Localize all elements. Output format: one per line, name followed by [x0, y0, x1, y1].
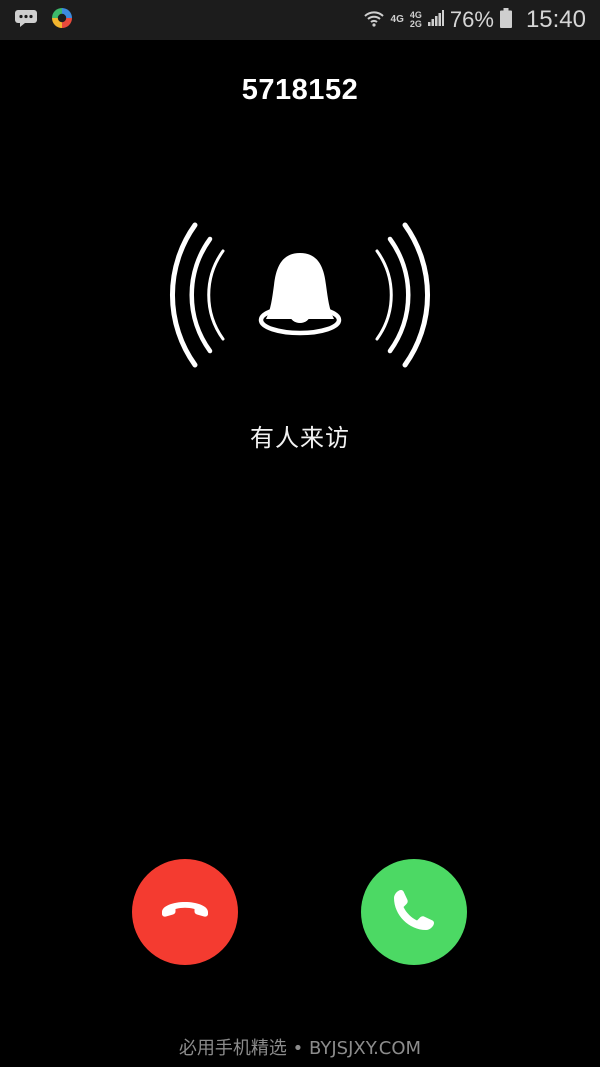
network-type-stack: 4G 2G [410, 11, 422, 29]
decline-call-button[interactable] [132, 859, 238, 965]
caller-label: 有人来访 [250, 424, 350, 452]
chat-bubble-icon [14, 8, 38, 32]
battery-percent: 76% [449, 7, 494, 32]
phone-hangup-icon [159, 898, 211, 926]
network-type-label: 4G [390, 14, 404, 25]
status-right-icons: 4G 4G 2G 76% 15:40 [363, 0, 586, 40]
network-type-bottom: 2G [409, 19, 422, 29]
bell-ringing-icon [150, 215, 450, 380]
status-bar: 4G 4G 2G 76% 15:40 [0, 0, 600, 40]
app-logo-icon [50, 6, 74, 34]
signal-icon [427, 9, 444, 32]
watermark-text: 必用手机精选 • BYJSJXY.COM [178, 1038, 422, 1059]
battery-icon [499, 7, 512, 33]
phone-icon [389, 885, 439, 939]
accept-call-button[interactable] [361, 859, 467, 965]
clock-time: 15:40 [525, 6, 586, 33]
status-left-icons [14, 7, 74, 33]
caller-number: 5718152 [241, 74, 359, 106]
wifi-icon [363, 7, 385, 34]
